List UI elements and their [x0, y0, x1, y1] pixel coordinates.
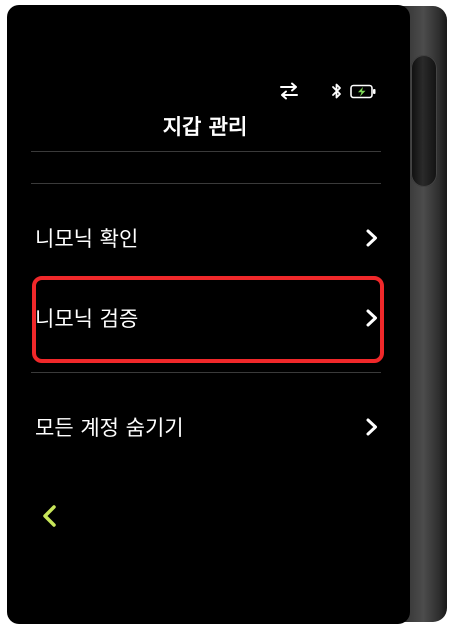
device-frame: 지갑 관리 니모닉 확인 니모닉 검증 모든 계정 숨기기 [0, 0, 450, 630]
back-button[interactable] [38, 500, 64, 532]
device-side-button[interactable] [411, 55, 437, 187]
menu-item-verify-mnemonic[interactable]: 니모닉 검증 [33, 286, 381, 350]
swap-arrows-icon [280, 82, 298, 100]
battery-charging-icon [350, 84, 376, 99]
chevron-right-icon [366, 418, 377, 436]
title-divider [31, 151, 381, 152]
menu-item-view-mnemonic[interactable]: 니모닉 확인 [33, 206, 381, 270]
menu-item-label: 니모닉 검증 [35, 307, 139, 331]
chevron-right-icon [366, 309, 377, 327]
menu-item-label: 모든 계정 숨기기 [35, 416, 184, 440]
list-middle-divider [31, 372, 381, 373]
chevron-right-icon [366, 229, 377, 247]
menu-item-hide-all-accounts[interactable]: 모든 계정 숨기기 [33, 395, 381, 459]
chevron-left-icon [43, 505, 56, 527]
bluetooth-icon [332, 83, 341, 99]
menu-item-label: 니모닉 확인 [35, 227, 139, 251]
page-title: 지갑 관리 [162, 115, 248, 139]
list-top-divider [31, 183, 381, 184]
